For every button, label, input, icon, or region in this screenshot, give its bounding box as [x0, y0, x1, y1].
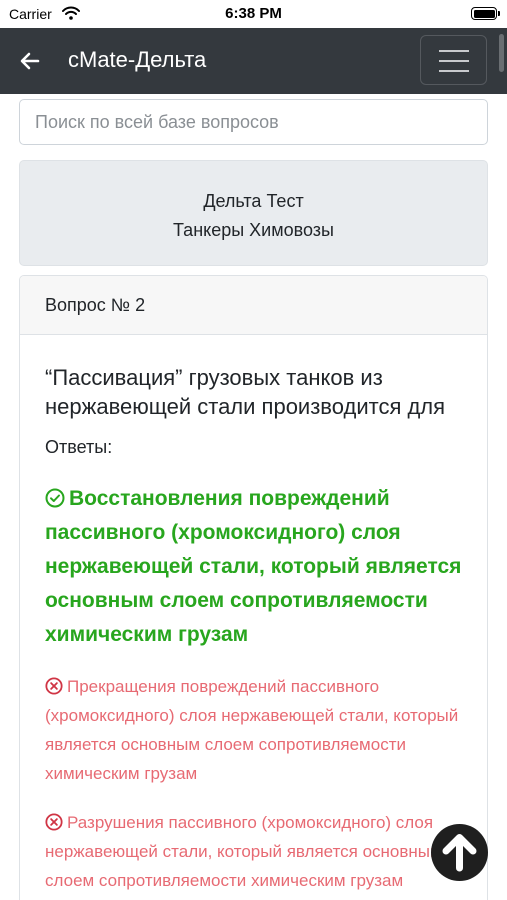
test-info-box: Дельта Тест Танкеры Химовозы — [19, 160, 488, 266]
question-number: Вопрос № 2 — [20, 276, 487, 335]
menu-line-icon — [439, 60, 469, 62]
x-circle-icon — [45, 813, 63, 831]
battery-icon — [471, 7, 500, 20]
question-card: Вопрос № 2 “Пассивация” грузовых танков … — [19, 275, 488, 900]
search-input[interactable] — [19, 99, 488, 145]
answer-text: Прекращения повреждений пассивного (хром… — [45, 677, 459, 783]
menu-line-icon — [439, 50, 469, 52]
answer-text: Восстановления повреждений пассивного (х… — [45, 487, 462, 646]
menu-line-icon — [439, 70, 469, 72]
answers-label: Ответы: — [45, 437, 113, 457]
status-bar: Carrier 6:38 PM — [0, 0, 507, 28]
answer-text: Разрушения пассивного (хромоксидного) сл… — [45, 813, 442, 890]
question-text: “Пассивация” грузовых танков из нержавею… — [45, 365, 446, 419]
test-category: Танкеры Химовозы — [173, 220, 334, 240]
app-navbar: cMate-Дельта — [0, 28, 507, 94]
arrow-up-icon — [442, 834, 477, 872]
check-circle-icon — [45, 488, 65, 508]
scroll-to-top-button[interactable] — [431, 824, 488, 881]
test-name: Дельта Тест — [203, 191, 304, 211]
answer-item-wrong[interactable]: Разрушения пассивного (хромоксидного) сл… — [45, 808, 462, 895]
clock: 6:38 PM — [225, 5, 282, 22]
app-title: cMate-Дельта — [68, 47, 207, 72]
x-circle-icon — [45, 677, 63, 695]
answer-item-correct[interactable]: Восстановления повреждений пассивного (х… — [45, 482, 462, 652]
answer-item-wrong[interactable]: Прекращения повреждений пассивного (хром… — [45, 672, 462, 788]
scrollbar[interactable] — [499, 34, 504, 72]
back-arrow-icon[interactable] — [18, 49, 42, 73]
hamburger-menu-button[interactable] — [420, 35, 487, 85]
